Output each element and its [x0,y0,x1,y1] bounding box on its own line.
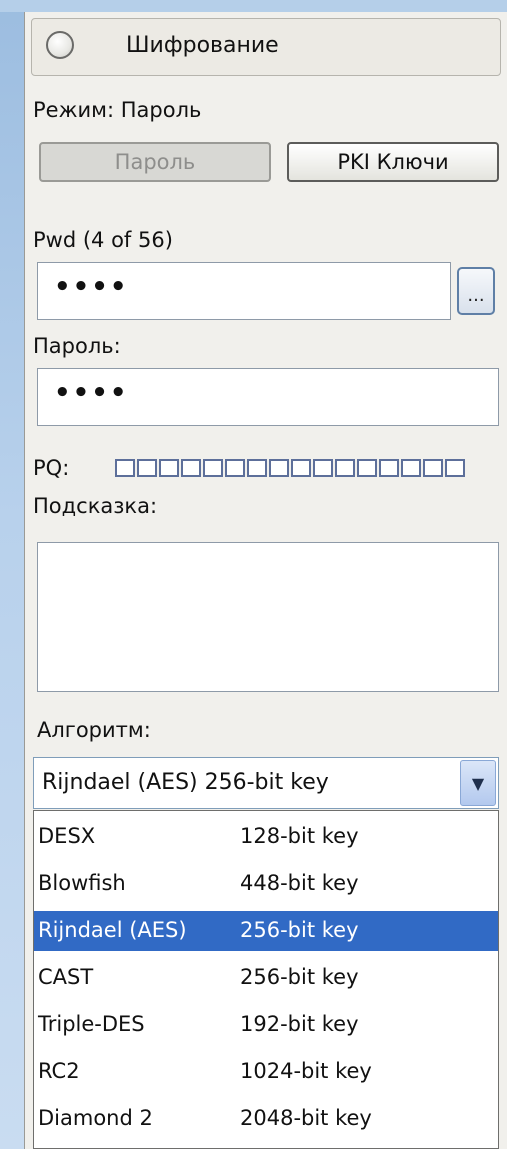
password-confirm-value: •••• [54,378,129,408]
pq-square [313,459,333,477]
pwd-value: •••• [54,272,129,302]
pki-keys-button[interactable]: PKI Ключи [287,142,499,182]
desktop-background-left [0,0,24,1149]
password-mode-button[interactable]: Пароль [39,142,271,182]
chevron-down-icon[interactable]: ▼ [460,760,496,806]
algorithm-option-bits: 2048-bit key [240,1106,372,1130]
pq-square [445,459,465,477]
algorithm-option-name: DESX [38,824,96,848]
encryption-title: Шифрование [126,33,279,58]
encryption-radio-button[interactable] [46,31,74,59]
hint-label: Подсказка: [33,494,158,518]
pq-square [203,459,223,477]
mode-label: Режим: Пароль [33,98,202,122]
algorithm-option-name: Blowfish [38,871,126,895]
pq-square [291,459,311,477]
algorithm-option-name: Rijndael (AES) [38,918,187,942]
pq-square [137,459,157,477]
algorithm-selected-value: Rijndael (AES) 256-bit key [42,770,329,795]
pq-square [423,459,443,477]
pq-square [401,459,421,477]
password-confirm-input[interactable]: •••• [37,368,499,426]
algorithm-dropdown-list: DESX 128-bit key Blowfish 448-bit key Rijnda… [33,810,499,1149]
algorithm-option-bits: 256-bit key [240,918,359,942]
algorithm-option-bits: 1024-bit key [240,1059,372,1083]
pq-square [225,459,245,477]
pwd-input[interactable]: •••• [37,262,451,320]
algorithm-select[interactable]: Rijndael (AES) 256-bit key ▼ [33,757,499,809]
pq-square [269,459,289,477]
pq-square [181,459,201,477]
pq-label: PQ: [33,456,70,480]
pwd-label: Pwd (4 of 56) [33,228,173,252]
algorithm-option[interactable]: DESX 128-bit key [34,817,498,857]
algorithm-option[interactable]: Triple-DES 192-bit key [34,1005,498,1045]
algorithm-option-bits: 448-bit key [240,871,359,895]
pq-square [159,459,179,477]
browse-button[interactable]: ... [457,267,495,315]
pq-square [115,459,135,477]
pq-square [335,459,355,477]
algorithm-option-name: RC2 [38,1059,80,1083]
pq-square [379,459,399,477]
algorithm-option-bits: 128-bit key [240,824,359,848]
algorithm-label: Алгоритм: [37,718,151,742]
encryption-header[interactable]: Шифрование [31,18,501,76]
algorithm-option-bits: 192-bit key [240,1012,359,1036]
hint-textarea[interactable] [37,542,499,692]
algorithm-option[interactable]: Rijndael (AES) 256-bit key [34,911,498,951]
algorithm-option-bits: 256-bit key [240,965,359,989]
algorithm-option[interactable]: Diamond 2 2048-bit key [34,1099,498,1139]
desktop-background-top [0,0,507,12]
algorithm-option-name: Diamond 2 [38,1106,153,1130]
pq-square [357,459,377,477]
algorithm-option-name: CAST [38,965,94,989]
pq-square [247,459,267,477]
algorithm-option[interactable]: RC2 1024-bit key [34,1052,498,1092]
algorithm-option[interactable]: CAST 256-bit key [34,958,498,998]
password-confirm-label: Пароль: [33,334,121,358]
algorithm-option-name: Triple-DES [38,1012,145,1036]
password-quality-meter [115,459,505,481]
algorithm-option[interactable]: Blowfish 448-bit key [34,864,498,904]
encryption-panel: Шифрование Режим: Пароль Пароль PKI Ключ… [24,12,507,1149]
